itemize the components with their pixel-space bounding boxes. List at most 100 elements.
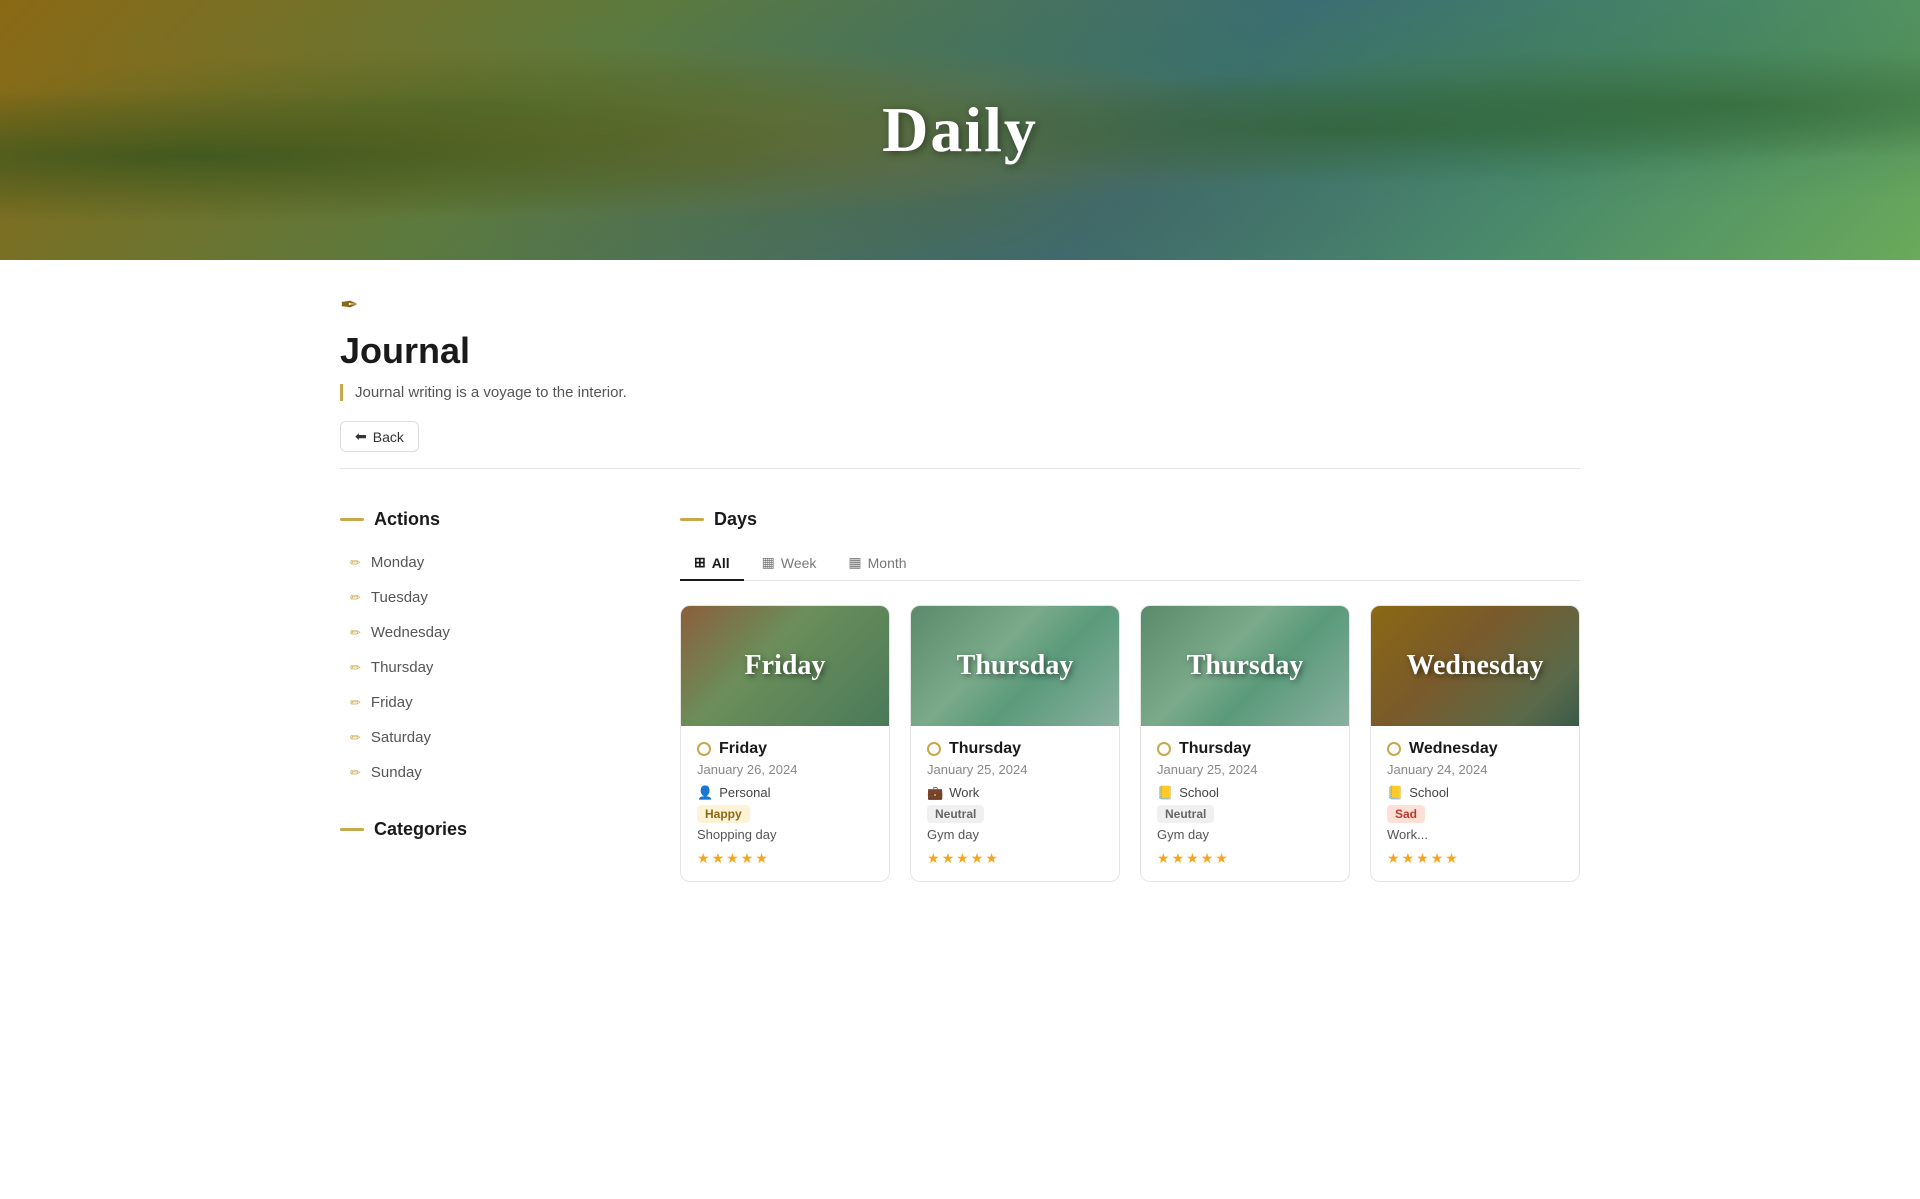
categories-section: Categories bbox=[340, 819, 620, 840]
tab-week[interactable]: ▦ Week bbox=[748, 546, 831, 581]
sidebar-item-friday[interactable]: ✏ Friday bbox=[340, 686, 620, 719]
body-layout: Actions ✏ Monday ✏ Tuesday ✏ Wednesday ✏… bbox=[340, 469, 1580, 922]
star-2: ★ bbox=[712, 850, 725, 867]
actions-label: Actions bbox=[374, 509, 440, 530]
hero-banner: Daily bbox=[0, 0, 1920, 260]
days-bar bbox=[680, 518, 704, 521]
card-description-friday-1: Shopping day bbox=[697, 827, 873, 842]
mood-tag-wednesday-1: Sad bbox=[1387, 805, 1425, 823]
edit-icon-tuesday: ✏ bbox=[350, 590, 361, 606]
sidebar-item-saturday[interactable]: ✏ Saturday bbox=[340, 721, 620, 754]
category-label-thursday-2: School bbox=[1179, 785, 1219, 800]
sidebar-item-label-sunday: Sunday bbox=[371, 764, 422, 781]
card-body-thursday-1: Thursday January 25, 2024 💼 Work Neutral… bbox=[911, 726, 1119, 881]
sidebar-item-thursday[interactable]: ✏ Thursday bbox=[340, 651, 620, 684]
main-content: ✒ Journal Journal writing is a voyage to… bbox=[260, 260, 1660, 922]
card-image-label-thursday-2: Thursday bbox=[1187, 650, 1304, 682]
card-image-thursday-2: Thursday bbox=[1141, 606, 1349, 726]
card-date-friday-1: January 26, 2024 bbox=[697, 762, 873, 777]
tab-all-label: All bbox=[712, 555, 730, 571]
card-image-friday-1: Friday bbox=[681, 606, 889, 726]
mood-tag-thursday-1: Neutral bbox=[927, 805, 984, 823]
back-button[interactable]: ⬅ Back bbox=[340, 421, 419, 452]
card-day-row-wednesday-1: Wednesday bbox=[1387, 740, 1563, 758]
sidebar-item-tuesday[interactable]: ✏ Tuesday bbox=[340, 581, 620, 614]
sidebar-item-sunday[interactable]: ✏ Sunday bbox=[340, 756, 620, 789]
tab-week-label: Week bbox=[781, 555, 817, 571]
card-image-wednesday-1: Wednesday bbox=[1371, 606, 1579, 726]
tab-month-label: Month bbox=[868, 555, 907, 571]
card-day-wednesday-1: Wednesday bbox=[1409, 740, 1498, 758]
day-circle-thursday-2 bbox=[1157, 742, 1171, 756]
days-label: Days bbox=[714, 509, 757, 530]
card-wednesday-1[interactable]: Wednesday Wednesday January 24, 2024 📒 S… bbox=[1370, 605, 1580, 882]
card-day-thursday-1: Thursday bbox=[949, 740, 1021, 758]
card-day-row-friday-1: Friday bbox=[697, 740, 873, 758]
page-header: ✒ Journal Journal writing is a voyage to… bbox=[340, 260, 1580, 469]
page-quote: Journal writing is a voyage to the inter… bbox=[340, 384, 1580, 401]
day-circle-friday-1 bbox=[697, 742, 711, 756]
sidebar-item-label-saturday: Saturday bbox=[371, 729, 431, 746]
card-image-thursday-1: Thursday bbox=[911, 606, 1119, 726]
star-3: ★ bbox=[726, 850, 739, 867]
card-date-thursday-1: January 25, 2024 bbox=[927, 762, 1103, 777]
sidebar-item-monday[interactable]: ✏ Monday bbox=[340, 546, 620, 579]
back-label: Back bbox=[373, 429, 404, 445]
actions-section-header: Actions bbox=[340, 509, 620, 530]
sidebar-item-wednesday[interactable]: ✏ Wednesday bbox=[340, 616, 620, 649]
card-friday-1[interactable]: Friday Friday January 26, 2024 👤 Persona… bbox=[680, 605, 890, 882]
days-section-header: Days bbox=[680, 509, 1580, 530]
tab-month[interactable]: ▦ Month bbox=[834, 546, 920, 581]
card-image-label-wednesday-1: Wednesday bbox=[1407, 650, 1544, 682]
card-date-wednesday-1: January 24, 2024 bbox=[1387, 762, 1563, 777]
card-date-thursday-2: January 25, 2024 bbox=[1157, 762, 1333, 777]
edit-icon-thursday: ✏ bbox=[350, 660, 361, 676]
sidebar-item-label-wednesday: Wednesday bbox=[371, 624, 450, 641]
card-description-thursday-2: Gym day bbox=[1157, 827, 1333, 842]
card-day-friday-1: Friday bbox=[719, 740, 767, 758]
hero-title: Daily bbox=[882, 93, 1038, 167]
stars-wednesday-1: ★ ★ ★ ★ ★ bbox=[1387, 850, 1563, 867]
sidebar-item-label-thursday: Thursday bbox=[371, 659, 434, 676]
sidebar-item-label-monday: Monday bbox=[371, 554, 424, 571]
day-circle-wednesday-1 bbox=[1387, 742, 1401, 756]
card-body-wednesday-1: Wednesday January 24, 2024 📒 School Sad … bbox=[1371, 726, 1579, 881]
sidebar-item-label-friday: Friday bbox=[371, 694, 413, 711]
section-header-bar bbox=[340, 518, 364, 521]
sidebar-days-list: ✏ Monday ✏ Tuesday ✏ Wednesday ✏ Thursda… bbox=[340, 546, 620, 789]
edit-icon-saturday: ✏ bbox=[350, 730, 361, 746]
categories-bar bbox=[340, 828, 364, 831]
edit-icon-friday: ✏ bbox=[350, 695, 361, 711]
edit-icon-sunday: ✏ bbox=[350, 765, 361, 781]
star-5: ★ bbox=[755, 850, 768, 867]
sidebar-item-label-tuesday: Tuesday bbox=[371, 589, 428, 606]
card-category-wednesday-1: 📒 School bbox=[1387, 785, 1563, 801]
stars-friday-1: ★ ★ ★ ★ ★ bbox=[697, 850, 873, 867]
category-label-friday-1: Personal bbox=[719, 785, 770, 800]
sidebar: Actions ✏ Monday ✏ Tuesday ✏ Wednesday ✏… bbox=[340, 509, 620, 882]
star-1: ★ bbox=[697, 850, 710, 867]
days-section: Days ⊞ All ▦ Week ▦ Month bbox=[680, 509, 1580, 882]
category-icon-thursday-1: 💼 bbox=[927, 785, 943, 801]
card-day-row-thursday-2: Thursday bbox=[1157, 740, 1333, 758]
tab-month-icon: ▦ bbox=[848, 554, 861, 571]
categories-section-header: Categories bbox=[340, 819, 620, 840]
cards-grid: Friday Friday January 26, 2024 👤 Persona… bbox=[680, 605, 1580, 882]
categories-label: Categories bbox=[374, 819, 467, 840]
category-label-thursday-1: Work bbox=[949, 785, 979, 800]
back-arrow-icon: ⬅ bbox=[355, 428, 367, 445]
card-description-wednesday-1: Work... bbox=[1387, 827, 1563, 842]
mood-tag-thursday-2: Neutral bbox=[1157, 805, 1214, 823]
tab-all[interactable]: ⊞ All bbox=[680, 546, 744, 581]
category-label-wednesday-1: School bbox=[1409, 785, 1449, 800]
card-body-friday-1: Friday January 26, 2024 👤 Personal Happy… bbox=[681, 726, 889, 881]
card-image-label-friday-1: Friday bbox=[745, 650, 826, 682]
star-4: ★ bbox=[741, 850, 754, 867]
tab-week-icon: ▦ bbox=[762, 554, 775, 571]
card-description-thursday-1: Gym day bbox=[927, 827, 1103, 842]
card-thursday-1[interactable]: Thursday Thursday January 25, 2024 💼 Wor… bbox=[910, 605, 1120, 882]
pen-icon: ✒ bbox=[340, 292, 1580, 318]
tab-all-icon: ⊞ bbox=[694, 554, 706, 571]
card-thursday-2[interactable]: Thursday Thursday January 25, 2024 📒 Sch… bbox=[1140, 605, 1350, 882]
edit-icon-monday: ✏ bbox=[350, 555, 361, 571]
